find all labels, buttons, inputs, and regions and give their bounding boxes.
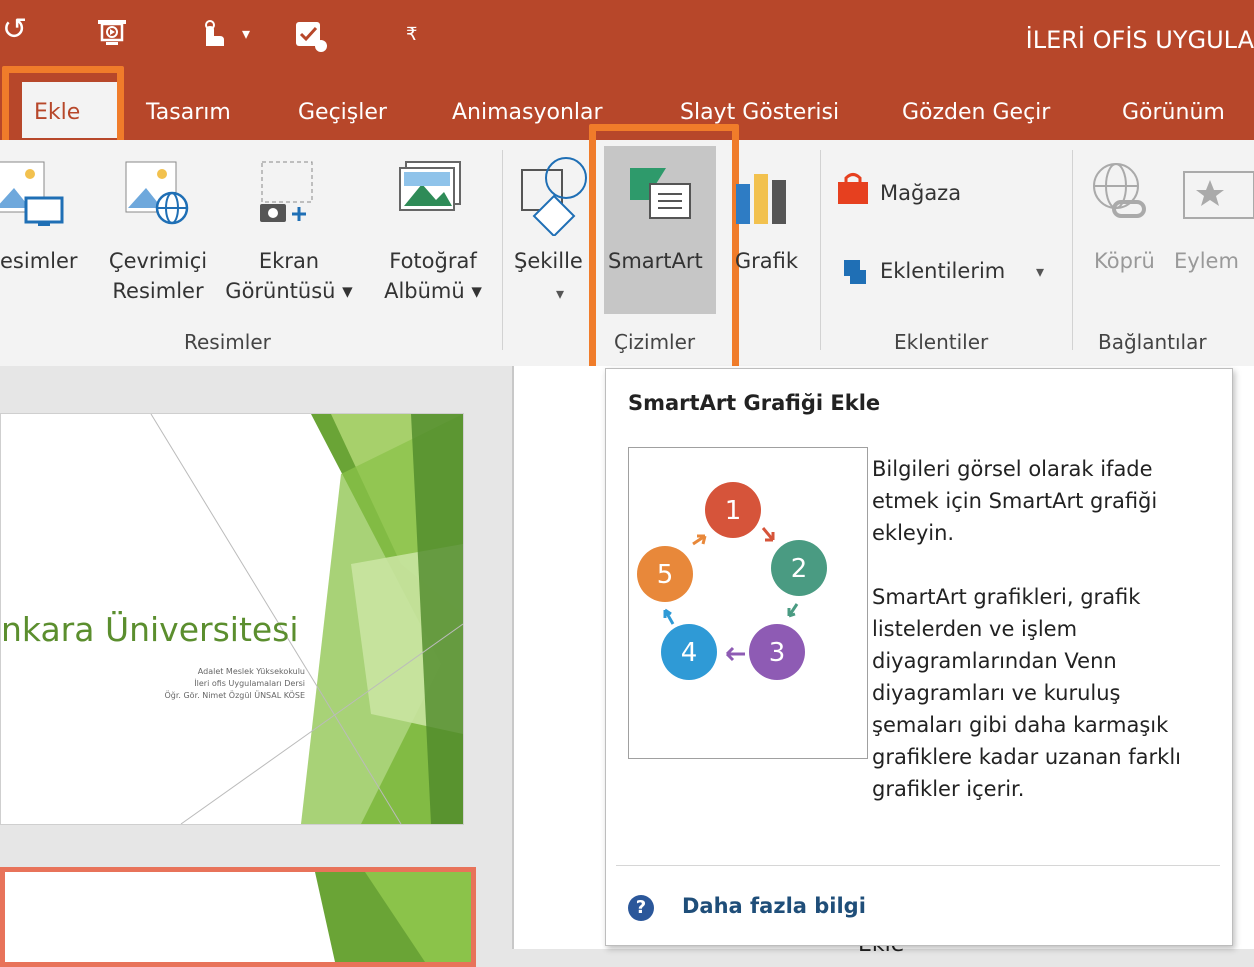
cycle-arrow (663, 608, 675, 625)
tooltip-divider (616, 865, 1220, 866)
help-icon[interactable]: ? (628, 895, 654, 921)
tab-tasarim[interactable]: Tasarım (146, 100, 231, 125)
online-pictures-label: Çevrimiçi Resimler (108, 249, 208, 303)
shapes-dropdown-icon[interactable]: ▾ (556, 284, 564, 303)
cycle-number-2: 2 (791, 554, 808, 584)
proofing-icon[interactable] (290, 16, 330, 60)
action-icon (1174, 166, 1254, 230)
cycle-arrow (725, 646, 745, 662)
screenshot-label: Ekran Görüntüsü ▾ (225, 249, 353, 303)
cycle-number-4: 4 (681, 638, 698, 668)
photo-album-icon (399, 161, 461, 211)
touch-mode-dropdown-icon[interactable]: ▾ (242, 24, 250, 43)
tab-animasyonlar[interactable]: Animasyonlar (452, 100, 603, 125)
tab-gorunum[interactable]: Görünüm (1122, 100, 1225, 125)
store-button[interactable]: Mağaza (880, 178, 961, 208)
hyperlink-icon (1090, 160, 1150, 234)
online-pictures-button[interactable] (120, 160, 200, 234)
screenshot-icon (260, 161, 313, 222)
action-button[interactable]: Eylem (1174, 246, 1254, 276)
tooltip-title: SmartArt Grafiği Ekle (628, 391, 881, 415)
shapes-icon (521, 157, 587, 238)
tab-gozden-gecir[interactable]: Gözden Geçir (902, 100, 1050, 125)
ribbon-separator (1072, 150, 1073, 350)
slide-subtitle: Adalet Meslek Yüksekokulu İleri ofis Uyg… (81, 666, 305, 702)
pictures-label: esimler (0, 249, 78, 273)
smartart-tooltip: SmartArt Grafiği Ekle 1 2 3 4 5 Bilgiler… (605, 368, 1233, 946)
touch-mode-icon[interactable] (192, 16, 232, 60)
slide-title: nkara Üniversitesi (1, 610, 299, 649)
store-icon (836, 172, 870, 210)
group-label-baglantilar: Bağlantılar (1098, 330, 1207, 354)
photo-album-button[interactable] (396, 160, 466, 224)
ribbon-separator (820, 150, 821, 350)
customize-toolbar-icon[interactable]: ₹ (406, 24, 417, 45)
online-pictures-icon (125, 161, 189, 225)
cycle-number-1: 1 (725, 496, 742, 526)
slide-subtitle-line: İleri ofis Uygulamaları Dersi (194, 679, 305, 688)
my-addins-icon (836, 254, 870, 292)
presentation-icon[interactable] (92, 16, 132, 60)
cycle-arrow (761, 527, 775, 542)
shapes-button[interactable] (518, 156, 588, 240)
more-info-link[interactable]: Daha fazla bilgi (682, 894, 866, 918)
tooltip-description: Bilgileri görsel olarak ifade etmek için… (872, 453, 1212, 837)
tooltip-paragraph: Bilgileri görsel olarak ifade etmek için… (872, 457, 1158, 545)
my-addins-dropdown-icon[interactable]: ▾ (1036, 262, 1044, 281)
group-label-resimler: Resimler (184, 330, 271, 354)
chart-label: Grafik (734, 249, 798, 273)
cycle-arrow (692, 534, 707, 546)
tab-slayt-gosterisi[interactable]: Slayt Gösterisi (680, 100, 839, 125)
document-title: İLERİ OFİS UYGULA (1025, 26, 1254, 54)
cycle-arrow (787, 603, 799, 618)
ribbon-separator (502, 150, 503, 350)
slide-thumbnail-1[interactable]: nkara Üniversitesi Adalet Meslek Yükseko… (0, 413, 464, 825)
photo-album-label: Fotoğraf Albümü ▾ (384, 249, 482, 303)
screenshot-button[interactable] (256, 160, 316, 234)
slide-thumbnail-2[interactable] (0, 867, 476, 967)
hyperlink-button[interactable]: Köprü (1094, 246, 1155, 276)
shapes-label: Şekille (514, 249, 583, 273)
smartart-cycle-illustration: 1 2 3 4 5 (628, 447, 868, 759)
tooltip-paragraph: SmartArt grafikleri, grafik listelerden … (872, 585, 1182, 801)
slide-subtitle-line: Adalet Meslek Yüksekokulu (197, 667, 305, 676)
tab-gecisler[interactable]: Geçişler (298, 100, 387, 125)
pictures-icon (0, 161, 64, 226)
slide-subtitle-line: Öğr. Gör. Nimet Özgül ÜNSAL KÖSE (164, 691, 305, 700)
chart-button[interactable] (730, 170, 800, 234)
cycle-number-3: 3 (769, 638, 786, 668)
group-label-eklentiler: Eklentiler (894, 330, 989, 354)
undo-icon[interactable]: ↺ (2, 12, 27, 47)
title-bar: ↺ ▾ ₹ İLERİ OFİS UYGULA (0, 0, 1254, 82)
pictures-button[interactable] (0, 160, 64, 234)
chart-icon (736, 174, 786, 224)
smartart-highlight (589, 124, 739, 380)
cycle-number-5: 5 (657, 560, 674, 590)
my-addins-button[interactable]: Eklentilerim (880, 256, 1005, 286)
